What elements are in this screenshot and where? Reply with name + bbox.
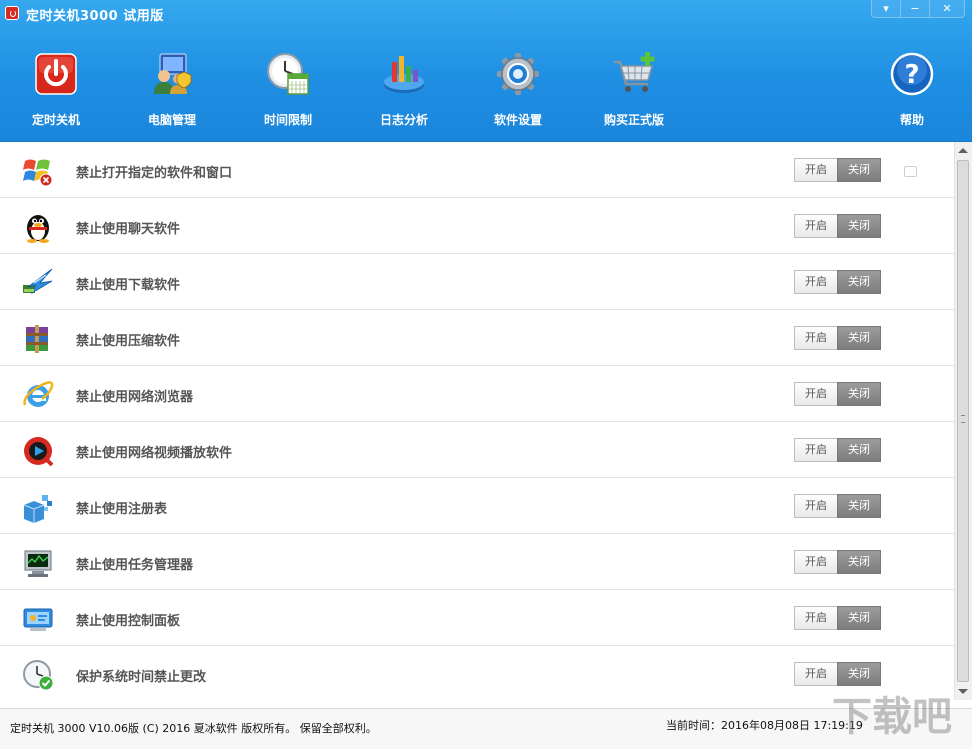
list-item: 禁止打开指定的软件和窗口 开启 关闭: [0, 142, 954, 198]
list-item: 禁止使用聊天软件 开启 关闭: [0, 198, 954, 254]
row-label: 禁止使用网络浏览器: [76, 390, 194, 405]
row-label: 禁止使用控制面板: [76, 614, 181, 629]
row-label: 禁止使用下载软件: [76, 278, 181, 293]
header: 定时关机3000 试用版 ▾ − ✕ 定时关机 电脑管理 时间限制 日志分析 软…: [0, 0, 972, 142]
enable-button[interactable]: 开启: [794, 438, 838, 462]
shopping-cart-icon: [614, 52, 655, 92]
toolbar-settings-button[interactable]: 软件设置: [470, 40, 566, 135]
clock-calendar-icon: [267, 53, 309, 95]
vertical-scrollbar[interactable]: [954, 142, 972, 700]
on-off-toggle: 开启 关闭: [794, 382, 882, 406]
scroll-thumb[interactable]: [957, 160, 969, 682]
toolbar-label: 帮助: [899, 113, 924, 127]
on-off-toggle: 开启 关闭: [794, 494, 882, 518]
enable-button[interactable]: 开启: [794, 214, 838, 238]
list-item: 禁止使用压缩软件 开启 关闭: [0, 310, 954, 366]
on-off-toggle: 开启 关闭: [794, 214, 882, 238]
enable-button[interactable]: 开启: [794, 382, 838, 406]
row-label: 禁止使用网络视频播放软件: [76, 446, 233, 461]
on-off-toggle: 开启 关闭: [794, 662, 882, 686]
power-icon: [35, 53, 77, 95]
toolbar-label: 购买正式版: [603, 113, 664, 127]
row-label: 禁止使用注册表: [76, 502, 168, 517]
disable-button[interactable]: 关闭: [837, 494, 881, 518]
winrar-icon: [26, 325, 48, 353]
status-bar: 定时关机 3000 V10.06版 (C) 2016 夏冰软件 版权所有。 保留…: [0, 708, 972, 749]
disable-button[interactable]: 关闭: [837, 214, 881, 238]
toolbar-help-button[interactable]: ? 帮助: [864, 40, 960, 135]
list-item: 禁止使用网络浏览器 开启 关闭: [0, 366, 954, 422]
disable-button[interactable]: 关闭: [837, 662, 881, 686]
toolbar-time-limit-button[interactable]: 时间限制: [240, 40, 336, 135]
app-power-icon: [5, 6, 19, 20]
task-manager-icon: [24, 550, 52, 577]
control-panel-icon: [23, 608, 53, 631]
row-label: 禁止使用聊天软件: [76, 222, 181, 237]
title-bar: 定时关机3000 试用版 ▾ − ✕: [0, 0, 972, 26]
disable-button[interactable]: 关闭: [837, 326, 881, 350]
watermark-text: 下载吧: [832, 694, 952, 740]
on-off-toggle: 开启 关闭: [794, 326, 882, 350]
video-player-icon: [24, 437, 54, 467]
window-title: 定时关机3000 试用版: [26, 9, 164, 24]
row-label: 保护系统时间禁止更改: [76, 670, 207, 685]
list-item: 保护系统时间禁止更改 开启 关闭: [0, 646, 954, 700]
row-label: 禁止使用压缩软件: [76, 334, 181, 349]
toolbar-label: 电脑管理: [147, 113, 196, 127]
enable-button[interactable]: 开启: [794, 158, 838, 182]
toolbar-log-analysis-button[interactable]: 日志分析: [356, 40, 452, 135]
list-item: 禁止使用注册表 开启 关闭: [0, 478, 954, 534]
enable-button[interactable]: 开启: [794, 606, 838, 630]
on-off-toggle: 开启 关闭: [794, 270, 882, 294]
toolbar-shutdown-button[interactable]: 定时关机: [8, 40, 104, 135]
registry-cubes-icon: [23, 495, 52, 523]
disable-button[interactable]: 关闭: [837, 606, 881, 630]
copyright-text: 定时关机 3000 V10.06版 (C) 2016 夏冰软件 版权所有。 保留…: [10, 722, 377, 735]
window-controls: ▾ − ✕: [871, 0, 965, 19]
list-item: 禁止使用控制面板 开启 关闭: [0, 590, 954, 646]
toolbar-label: 定时关机: [31, 113, 80, 127]
scroll-up-icon[interactable]: [958, 148, 968, 153]
on-off-toggle: 开启 关闭: [794, 550, 882, 574]
window-picker-icon[interactable]: [904, 166, 917, 177]
list-item: 禁止使用任务管理器 开启 关闭: [0, 534, 954, 590]
minimize-button[interactable]: −: [900, 0, 930, 18]
disable-button[interactable]: 关闭: [837, 158, 881, 182]
clock-shield-icon: [23, 660, 54, 691]
restriction-list: 禁止打开指定的软件和窗口 开启 关闭 禁止使用聊天软件 开启 关闭 禁止使用下载…: [0, 142, 954, 700]
computer-admin-icon: [154, 53, 192, 94]
enable-button[interactable]: 开启: [794, 326, 838, 350]
enable-button[interactable]: 开启: [794, 550, 838, 574]
on-off-toggle: 开启 关闭: [794, 438, 882, 462]
enable-button[interactable]: 开启: [794, 494, 838, 518]
ie-browser-icon: [23, 381, 54, 407]
toolbar-computer-admin-button[interactable]: 电脑管理: [124, 40, 220, 135]
row-label: 禁止使用任务管理器: [76, 558, 194, 573]
toolbar-label: 软件设置: [493, 113, 542, 127]
disable-button[interactable]: 关闭: [837, 382, 881, 406]
toolbar-label: 时间限制: [263, 113, 312, 127]
enable-button[interactable]: 开启: [794, 270, 838, 294]
download-bird-icon: [23, 268, 53, 295]
list-item: 禁止使用下载软件 开启 关闭: [0, 254, 954, 310]
disable-button[interactable]: 关闭: [837, 438, 881, 462]
close-button[interactable]: ✕: [929, 0, 965, 18]
windows-forbid-icon: [23, 159, 53, 187]
disable-button[interactable]: 关闭: [837, 550, 881, 574]
qq-penguin-icon: [27, 215, 49, 243]
chart-analysis-icon: [384, 56, 424, 93]
svg-text:?: ?: [904, 60, 919, 90]
help-icon: ?: [890, 52, 934, 96]
on-off-toggle: 开启 关闭: [794, 606, 882, 630]
on-off-toggle: 开启 关闭: [794, 158, 882, 182]
gear-icon: [497, 53, 539, 95]
row-label: 禁止打开指定的软件和窗口: [76, 166, 233, 181]
disable-button[interactable]: 关闭: [837, 270, 881, 294]
menu-dropdown-button[interactable]: ▾: [871, 0, 901, 18]
toolbar-label: 日志分析: [379, 113, 428, 127]
main-toolbar: 定时关机 电脑管理 时间限制 日志分析 软件设置 购买正式版 ? 帮助: [0, 40, 972, 135]
toolbar-buy-button[interactable]: 购买正式版: [586, 40, 682, 135]
list-item: 禁止使用网络视频播放软件 开启 关闭: [0, 422, 954, 478]
enable-button[interactable]: 开启: [794, 662, 838, 686]
